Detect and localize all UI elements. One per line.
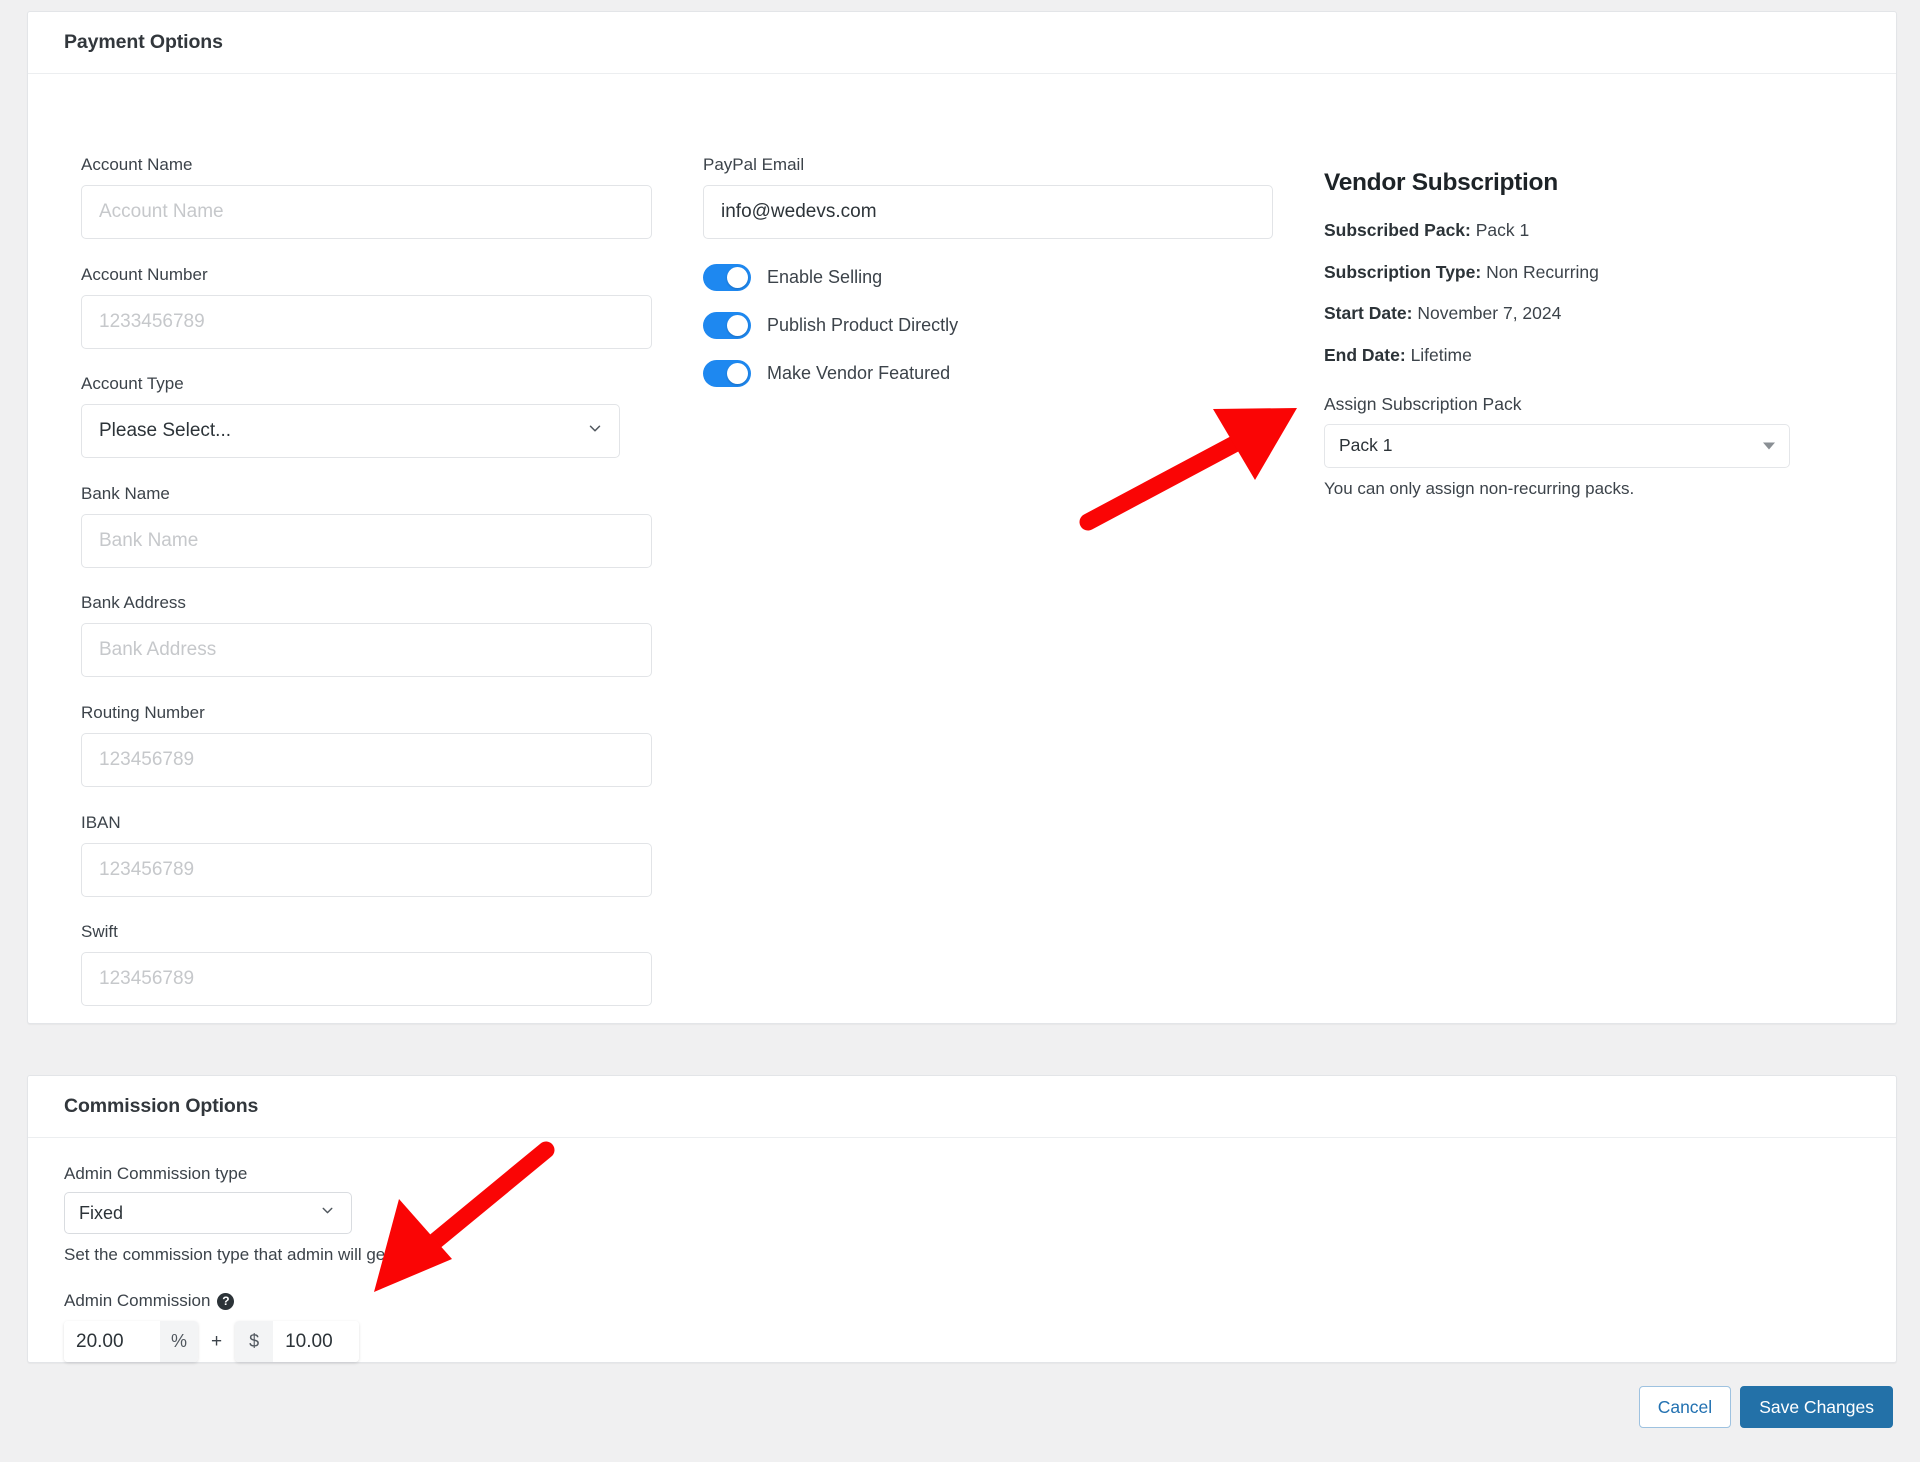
toggle-publish-product-directly[interactable]: Publish Product Directly bbox=[703, 311, 1273, 339]
admin-commission-type-select-wrap: Fixed bbox=[64, 1192, 352, 1234]
vendor-subscription-title: Vendor Subscription bbox=[1324, 169, 1558, 196]
subscription-type-row: Subscription Type: Non Recurring bbox=[1324, 261, 1904, 285]
enable-selling-switch[interactable] bbox=[703, 263, 751, 291]
subscribed-pack-key: Subscribed Pack: bbox=[1324, 220, 1471, 240]
account-type-selected-value: Please Select... bbox=[99, 420, 232, 442]
fixed-commission-input[interactable] bbox=[273, 1321, 360, 1362]
start-date-key: Start Date: bbox=[1324, 303, 1413, 324]
bank-details-column: Account Name Account Number Account Type… bbox=[81, 154, 664, 1031]
account-name-label: Account Name bbox=[81, 155, 193, 174]
field-account-number: Account Number bbox=[81, 264, 664, 349]
vendor-subscription-column: Vendor Subscription Subscribed Pack: Pac… bbox=[1324, 169, 1904, 499]
admin-commission-inputs: % + $ bbox=[64, 1321, 1860, 1362]
account-number-label: Account Number bbox=[81, 264, 208, 284]
vendor-edit-page: Payment Options Account Name Account Num… bbox=[0, 0, 1920, 1462]
end-date-row: End Date: Lifetime bbox=[1324, 344, 1904, 368]
swift-label: Swift bbox=[81, 922, 118, 942]
commission-options-panel: Commission Options Admin Commission type… bbox=[27, 1075, 1897, 1363]
switch-knob bbox=[727, 314, 748, 336]
start-date-value: November 7, 2024 bbox=[1417, 303, 1562, 324]
commission-options-title: Commission Options bbox=[64, 1095, 259, 1117]
percent-symbol: % bbox=[160, 1321, 198, 1362]
bank-address-label: Bank Address bbox=[81, 593, 186, 613]
fixed-commission-group: $ bbox=[235, 1321, 360, 1362]
iban-label: IBAN bbox=[81, 812, 121, 832]
admin-commission-type-help: Set the commission type that admin will … bbox=[64, 1245, 390, 1264]
field-account-type: Account Type Please Select... bbox=[81, 373, 664, 459]
subscription-type-key: Subscription Type: bbox=[1324, 261, 1482, 282]
currency-symbol: $ bbox=[235, 1321, 274, 1362]
plus-symbol: + bbox=[211, 1330, 223, 1352]
admin-commission-type-select[interactable]: Fixed bbox=[64, 1192, 352, 1234]
field-swift: Swift bbox=[81, 921, 664, 1007]
commission-options-body: Admin Commission type Fixed Set the comm… bbox=[28, 1138, 1896, 1364]
account-number-input[interactable] bbox=[81, 294, 652, 349]
publish-product-directly-label: Publish Product Directly bbox=[767, 314, 959, 335]
save-changes-button[interactable]: Save Changes bbox=[1740, 1386, 1893, 1428]
end-date-key: End Date: bbox=[1324, 344, 1406, 365]
field-paypal-email: PayPal Email bbox=[703, 154, 1273, 240]
caret-down-icon bbox=[1763, 442, 1775, 449]
help-circle-icon[interactable]: ? bbox=[217, 1292, 235, 1310]
percentage-commission-group: % bbox=[64, 1321, 198, 1362]
admin-commission-label-row: Admin Commission ? bbox=[64, 1291, 1860, 1311]
paypal-email-label: PayPal Email bbox=[703, 155, 805, 174]
payment-options-title: Payment Options bbox=[64, 31, 223, 53]
admin-commission-label: Admin Commission bbox=[64, 1291, 211, 1310]
routing-number-input[interactable] bbox=[81, 733, 652, 788]
bank-name-input[interactable] bbox=[81, 513, 652, 568]
field-bank-address: Bank Address bbox=[81, 592, 664, 678]
make-vendor-featured-switch[interactable] bbox=[703, 359, 751, 387]
start-date-row: Start Date: November 7, 2024 bbox=[1324, 302, 1904, 326]
enable-selling-label: Enable Selling bbox=[767, 266, 883, 287]
subscribed-pack-value: Pack 1 bbox=[1475, 220, 1530, 240]
field-routing-number: Routing Number bbox=[81, 702, 664, 788]
end-date-value: Lifetime bbox=[1410, 344, 1472, 365]
switch-knob bbox=[727, 362, 748, 384]
payment-options-header: Payment Options bbox=[28, 12, 1896, 74]
account-type-select-wrap: Please Select... bbox=[81, 404, 620, 459]
field-bank-name: Bank Name bbox=[81, 483, 664, 568]
publish-product-directly-switch[interactable] bbox=[703, 311, 751, 339]
field-iban: IBAN bbox=[81, 812, 664, 897]
swift-input[interactable] bbox=[81, 952, 652, 1007]
account-type-select[interactable]: Please Select... bbox=[81, 404, 620, 459]
field-account-name: Account Name bbox=[81, 154, 664, 240]
account-type-label: Account Type bbox=[81, 374, 184, 394]
toggle-make-vendor-featured[interactable]: Make Vendor Featured bbox=[703, 359, 1273, 387]
account-name-input[interactable] bbox=[81, 185, 652, 240]
switch-knob bbox=[727, 266, 748, 288]
assign-subscription-pack-select[interactable]: Pack 1 bbox=[1324, 423, 1790, 468]
payment-options-body: Account Name Account Number Account Type… bbox=[28, 74, 1896, 1024]
commission-options-header: Commission Options bbox=[28, 1076, 1896, 1138]
assign-subscription-pack-value: Pack 1 bbox=[1339, 435, 1393, 455]
bank-address-input[interactable] bbox=[81, 623, 652, 678]
admin-commission-type-label: Admin Commission type bbox=[64, 1164, 248, 1183]
form-footer: Cancel Save Changes bbox=[1638, 1386, 1893, 1428]
subscription-type-value: Non Recurring bbox=[1486, 261, 1599, 282]
admin-commission-type-value: Fixed bbox=[79, 1202, 124, 1223]
toggle-enable-selling[interactable]: Enable Selling bbox=[703, 263, 1273, 291]
routing-number-label: Routing Number bbox=[81, 702, 205, 722]
percentage-commission-input[interactable] bbox=[64, 1321, 160, 1362]
bank-name-label: Bank Name bbox=[81, 483, 170, 503]
assign-subscription-pack-help: You can only assign non-recurring packs. bbox=[1324, 478, 1635, 498]
paypal-and-toggles-column: PayPal Email Enable Selling Publish Prod… bbox=[703, 154, 1273, 408]
cancel-button[interactable]: Cancel bbox=[1638, 1386, 1732, 1428]
assign-subscription-pack-label: Assign Subscription Pack bbox=[1324, 393, 1522, 414]
payment-options-panel: Payment Options Account Name Account Num… bbox=[27, 11, 1897, 1024]
make-vendor-featured-label: Make Vendor Featured bbox=[767, 362, 951, 383]
iban-input[interactable] bbox=[81, 842, 652, 897]
subscribed-pack-row: Subscribed Pack: Pack 1 bbox=[1324, 219, 1904, 243]
paypal-email-input[interactable] bbox=[703, 185, 1273, 240]
